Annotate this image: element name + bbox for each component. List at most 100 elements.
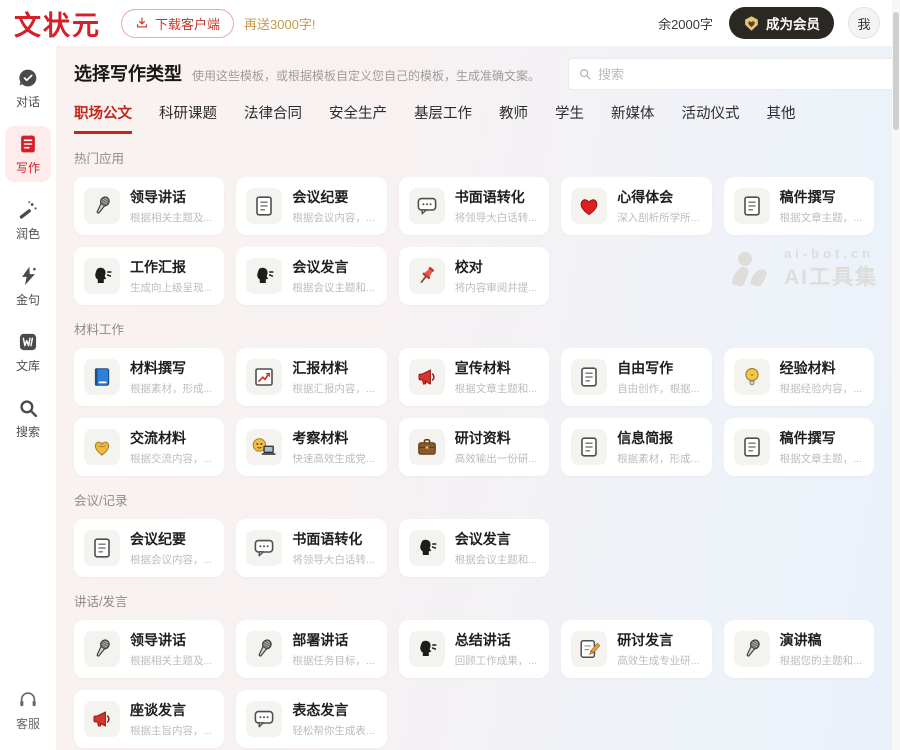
template-card-研讨发言[interactable]: 研讨发言高效生成专业研... [561,620,711,678]
tab-职场公文[interactable]: 职场公文 [74,102,132,134]
card-description: 根据素材，形成... [617,451,699,466]
template-card-会议发言[interactable]: 会议发言根据会议主题和... [399,519,549,577]
user-avatar[interactable]: 我 [848,7,880,39]
sidebar-item-label: 客服 [16,715,40,732]
heart-icon [577,194,601,218]
card-description: 根据素材，形成... [130,381,212,396]
card-description: 根据相关主题及... [130,653,212,668]
tab-学生[interactable]: 学生 [555,102,584,134]
card-description: 根据您的主题和... [780,653,862,668]
template-card-会议纪要[interactable]: 会议纪要根据会议内容，... [236,177,386,235]
template-card-校对[interactable]: 校对将内容审阅并提... [399,247,549,305]
chat-icon [17,67,39,89]
template-card-信息简报[interactable]: 信息简报根据素材，形成... [561,418,711,476]
template-card-书面语转化[interactable]: 书面语转化将领导大白话转... [236,519,386,577]
card-title: 演讲稿 [780,630,862,650]
card-title: 会议发言 [455,529,537,549]
tab-安全生产[interactable]: 安全生产 [329,102,387,134]
card-icon-box [84,530,120,566]
tab-活动仪式[interactable]: 活动仪式 [682,102,740,134]
microphone-icon [252,637,276,661]
scrollbar-track[interactable] [892,0,900,750]
search-input[interactable] [598,67,868,82]
speaking-head-icon [415,637,439,661]
template-card-心得体会[interactable]: 心得体会深入剖析所学所... [561,177,711,235]
card-title: 信息简报 [617,428,699,448]
template-card-稿件撰写[interactable]: 稿件撰写根据文章主题，... [724,418,874,476]
tab-法律合同[interactable]: 法律合同 [244,102,302,134]
card-description: 根据文章主题和... [455,381,537,396]
card-description: 根据会议主题和... [455,552,537,567]
card-title: 自由写作 [617,358,699,378]
card-grid: 材料撰写根据素材，形成...汇报材料根据汇报内容，...宣传材料根据文章主题和.… [74,348,874,476]
headset-icon [17,689,39,711]
template-card-演讲稿[interactable]: 演讲稿根据您的主题和... [724,620,874,678]
page-subtitle: 使用这些模板，或根据模板自定义您自己的模板，生成准确文案。 [192,67,540,84]
tab-教师[interactable]: 教师 [499,102,528,134]
card-icon-box [409,188,445,224]
download-icon [135,16,149,30]
template-card-考察材料[interactable]: 考察材料快速高效生成党... [236,418,386,476]
become-member-button[interactable]: 成为会员 [729,7,834,39]
golden-sentence-icon [17,265,39,287]
template-card-汇报材料[interactable]: 汇报材料根据汇报内容，... [236,348,386,406]
section-label: 材料工作 [74,319,874,338]
card-description: 快速高效生成党... [292,451,374,466]
card-title: 书面语转化 [292,529,374,549]
template-card-经验材料[interactable]: 经验材料根据经验内容，... [724,348,874,406]
sidebar-item-label: 金句 [16,291,40,308]
card-title: 部署讲话 [292,630,374,650]
card-title: 总结讲话 [455,630,537,650]
words-remaining: 余2000字 [658,14,713,33]
template-card-研讨资料[interactable]: 研讨资料高效输出一份研... [399,418,549,476]
page-title: 选择写作类型 [74,60,182,86]
sidebar-item-6[interactable]: 搜索 [5,390,51,446]
template-card-座谈发言[interactable]: 座谈发言根据主旨内容，... [74,690,224,748]
sidebar-item-5[interactable]: 文库 [5,324,51,380]
card-description: 高效输出一份研... [455,451,537,466]
template-card-领导讲话[interactable]: 领导讲话根据相关主题及... [74,620,224,678]
card-icon-box [571,359,607,395]
tab-新媒体[interactable]: 新媒体 [611,102,655,134]
download-client-button[interactable]: 下载客户端 [121,9,234,38]
template-card-自由写作[interactable]: 自由写作自由创作，根据... [561,348,711,406]
sidebar-item-1[interactable]: 对话 [5,60,51,116]
template-card-稿件撰写[interactable]: 稿件撰写根据文章主题，... [724,177,874,235]
card-icon-box [734,429,770,465]
template-card-部署讲话[interactable]: 部署讲话根据任务目标，... [236,620,386,678]
template-card-宣传材料[interactable]: 宣传材料根据文章主题和... [399,348,549,406]
template-card-交流材料[interactable]: 交流材料根据交流内容，... [74,418,224,476]
sidebar-item-3[interactable]: 润色 [5,192,51,248]
template-card-总结讲话[interactable]: 总结讲话回顾工作成果，... [399,620,549,678]
card-title: 经验材料 [780,358,862,378]
pushpin-icon [415,264,439,288]
scrollbar-thumb[interactable] [893,12,899,130]
card-title: 会议发言 [292,257,374,277]
section-label: 热门应用 [74,148,874,167]
template-card-领导讲话[interactable]: 领导讲话根据相关主题及... [74,177,224,235]
card-description: 深入剖析所学所... [617,210,699,225]
card-icon-box [409,530,445,566]
tab-其他[interactable]: 其他 [767,102,796,134]
template-card-会议发言[interactable]: 会议发言根据会议主题和... [236,247,386,305]
sidebar-item-2[interactable]: 写作 [5,126,51,182]
card-title: 交流材料 [130,428,212,448]
writing-icon [17,133,39,155]
card-title: 书面语转化 [455,187,537,207]
card-icon-box [84,359,120,395]
tab-基层工作[interactable]: 基层工作 [414,102,472,134]
document-icon [577,365,601,389]
card-title: 材料撰写 [130,358,212,378]
template-card-会议纪要[interactable]: 会议纪要根据会议内容，... [74,519,224,577]
card-description: 生成向上级呈现... [130,280,212,295]
tab-科研课题[interactable]: 科研课题 [159,102,217,134]
template-card-书面语转化[interactable]: 书面语转化将领导大白话转... [399,177,549,235]
sidebar-item-4[interactable]: 金句 [5,258,51,314]
card-description: 根据交流内容，... [130,451,212,466]
template-card-表态发言[interactable]: 表态发言轻松帮你生成表... [236,690,386,748]
sidebar-item-customer-service[interactable]: 客服 [5,682,51,738]
template-card-工作汇报[interactable]: 工作汇报生成向上级呈现... [74,247,224,305]
gold-heart-icon [90,435,114,459]
template-card-材料撰写[interactable]: 材料撰写根据素材，形成... [74,348,224,406]
card-title: 校对 [455,257,537,277]
